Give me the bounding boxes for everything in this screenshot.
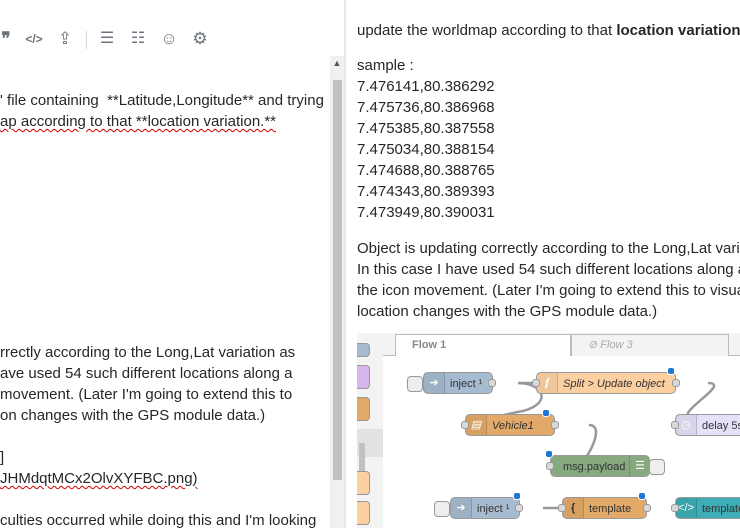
function-node[interactable]: ƒ Split > Update object — [536, 372, 676, 394]
tab-flow-3-label: Flow 3 — [600, 339, 633, 351]
palette-node — [357, 365, 370, 389]
disabled-icon: ⊘ — [588, 339, 601, 351]
inject-trigger-button[interactable] — [434, 501, 450, 517]
debug-toggle-button[interactable] — [649, 459, 665, 475]
file-icon: ▤ — [466, 415, 487, 435]
sample-line: 7.475385,80.387558 — [357, 120, 495, 137]
delay-node-label: delay 5s — [702, 420, 740, 432]
debug-node-label: msg.payload — [563, 461, 626, 473]
scroll-up-arrow-icon[interactable]: ▲ — [330, 56, 344, 70]
input-port[interactable] — [546, 462, 554, 470]
settings-icon[interactable]: ⚙ — [190, 30, 210, 48]
editor-toolbar: ❞ </> ⇪ ☰ ☷ ☺ ⚙ — [0, 22, 346, 57]
quote-icon[interactable]: ❞ — [0, 30, 16, 48]
ui-template-node[interactable]: </> template — [675, 497, 740, 519]
changed-indicator — [542, 409, 550, 417]
debug-node[interactable]: msg.payload ☰ — [550, 455, 650, 477]
flow-screenshot-image: Flow 1 ⊘ Flow 3 ➔ inject ¹ ƒ Split > Upd… — [357, 333, 740, 528]
changed-indicator — [667, 367, 675, 375]
tab-flow-3[interactable]: ⊘ Flow 3 — [571, 334, 729, 356]
sample-label: sample : — [357, 57, 414, 74]
sample-line: 7.475736,80.386968 — [357, 99, 495, 116]
flow-tab-bar: Flow 1 ⊘ Flow 3 — [383, 333, 740, 356]
delay-node[interactable]: ◷ delay 5s — [675, 414, 740, 436]
flow-palette — [357, 333, 384, 528]
inject-node-label: inject ¹ — [450, 378, 483, 390]
list-icon: ☰ — [629, 455, 650, 477]
inject-node[interactable]: ➔ inject ¹ — [423, 372, 493, 394]
editor-line-text: ap according to that **location variatio… — [0, 113, 277, 130]
editor-line: JHMdqtMCx2OlvXYFBC.png) — [0, 468, 198, 489]
output-port[interactable] — [515, 504, 523, 512]
arrow-right-icon: ➔ — [451, 498, 472, 518]
preview-paragraph-line: location changes with the GPS module dat… — [357, 303, 658, 320]
inject-node[interactable]: ➔ inject ¹ — [450, 497, 520, 519]
preview-paragraph-line: the icon movement. (Later I'm going to e… — [357, 282, 740, 299]
changed-indicator — [513, 492, 521, 500]
input-port[interactable] — [558, 504, 566, 512]
sample-line: 7.474343,80.389393 — [357, 183, 495, 200]
editor-line: ave used 54 such different locations alo… — [0, 365, 293, 382]
editor-line: on changes with the GPS module data.) — [0, 407, 266, 424]
worldmap-node-label: Vehicle1 — [492, 420, 534, 432]
upload-icon[interactable]: ⇪ — [55, 30, 75, 48]
palette-node — [357, 397, 370, 421]
palette-node — [357, 471, 370, 495]
palette-node — [357, 501, 370, 525]
output-port[interactable] — [643, 504, 651, 512]
input-port[interactable] — [532, 379, 540, 387]
input-port[interactable] — [671, 421, 679, 429]
editor-line: rrectly according to the Long,Lat variat… — [0, 344, 296, 361]
emoji-icon[interactable]: ☺ — [159, 30, 179, 48]
sample-line: 7.475034,80.388154 — [357, 141, 495, 158]
scrollbar-thumb[interactable] — [333, 80, 342, 480]
output-port[interactable] — [672, 379, 680, 387]
clock-icon: ◷ — [676, 415, 697, 435]
preview-cut-text: update the worldmap according to that — [357, 22, 617, 39]
palette-node — [357, 343, 370, 357]
worldmap-node[interactable]: ▤ Vehicle1 — [465, 414, 555, 436]
arrow-right-icon: ➔ — [424, 373, 445, 393]
output-port[interactable] — [488, 379, 496, 387]
markdown-editor: ❞ </> ⇪ ☰ ☷ ☺ ⚙ ' file containing **Lati… — [0, 0, 346, 528]
numbered-list-icon[interactable]: ☷ — [128, 30, 148, 48]
changed-indicator — [545, 450, 553, 458]
template-node-label: template — [589, 503, 632, 515]
toolbar-separator — [86, 31, 87, 49]
input-port[interactable] — [671, 504, 679, 512]
function-icon: ƒ — [537, 373, 558, 393]
template-node[interactable]: { template — [562, 497, 647, 519]
editor-line-text: JHMdqtMCx2OlvXYFBC.png) — [0, 470, 198, 487]
changed-indicator — [638, 492, 646, 500]
sample-line: 7.473949,80.390031 — [357, 204, 495, 221]
code-icon: </> — [676, 498, 697, 518]
ui-template-node-label: template — [702, 503, 740, 515]
preview-cut-line: update the worldmap according to that lo… — [357, 20, 740, 41]
editor-line: ap according to that **location variatio… — [0, 111, 276, 132]
editor-line: culties occurred while doing this and I'… — [0, 512, 317, 528]
inject-node-label: inject ¹ — [477, 503, 510, 515]
editor-line: ] — [0, 449, 5, 466]
editor-scrollbar[interactable]: ▲ — [330, 56, 344, 528]
output-port[interactable] — [551, 421, 559, 429]
code-icon[interactable]: </> — [24, 30, 44, 48]
input-port[interactable] — [461, 421, 469, 429]
preview-paragraph-line: Object is updating correctly according t… — [357, 240, 740, 257]
markdown-textarea[interactable]: ' file containing **Latitude,Longitude**… — [0, 56, 330, 528]
function-node-label: Split > Update object — [563, 378, 665, 390]
preview-paragraph-line: In this case I have used 54 such differe… — [357, 261, 740, 278]
preview-cut-bold: location variation. — [616, 22, 740, 39]
editor-top-strip — [0, 0, 346, 23]
bulleted-list-icon[interactable]: ☰ — [97, 30, 117, 48]
tab-flow-1[interactable]: Flow 1 — [395, 334, 571, 356]
editor-line: movement. (Later I'm going to extend thi… — [0, 386, 293, 403]
sample-line: 7.474688,80.388765 — [357, 162, 495, 179]
inject-trigger-button[interactable] — [407, 376, 423, 392]
braces-icon: { — [563, 498, 584, 518]
editor-line: ' file containing **Latitude,Longitude**… — [0, 92, 324, 109]
sample-line: 7.476141,80.386292 — [357, 78, 495, 95]
